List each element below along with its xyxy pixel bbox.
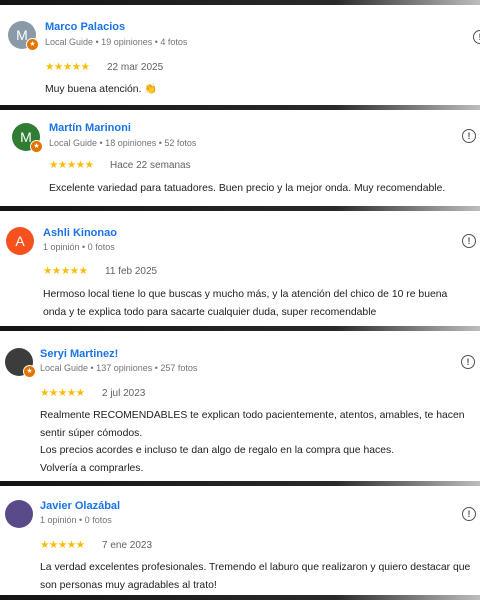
review-card: M ★ Martín Marinoni Local Guide • 18 opi… [0, 110, 480, 206]
review-text: La verdad excelentes profesionales. Trem… [40, 559, 474, 594]
more-options-icon[interactable]: ! [473, 30, 480, 44]
review-text: Muy buena atención. 👏 [45, 81, 465, 99]
review-text: Hermoso local tiene lo que buscas y much… [43, 286, 471, 321]
avatar[interactable]: ★ [5, 348, 36, 378]
review-date: 2 jul 2023 [102, 388, 146, 399]
author-meta: 1 opinión • 0 fotos [40, 515, 112, 525]
avatar[interactable]: A [6, 227, 34, 255]
review-card: M ★ Marco Palacios Local Guide • 19 opin… [0, 5, 480, 105]
review-text-line: Muy buena atención. 👏 [45, 84, 158, 95]
review-date: 11 feb 2025 [105, 266, 158, 277]
review-text-line: Volvería a comprarles. [40, 462, 144, 474]
review-text: Excelente variedad para tatuadores. Buen… [49, 180, 469, 198]
review-card: Javier Olazábal 1 opinión • 0 fotos ! ★★… [0, 486, 480, 595]
author-meta: Local Guide • 18 opiniones • 52 fotos [49, 138, 197, 148]
more-options-icon[interactable]: ! [462, 129, 476, 143]
rating-stars: ★★★★★ [49, 159, 94, 171]
rating-stars: ★★★★★ [40, 539, 85, 551]
more-options-icon[interactable]: ! [462, 234, 476, 248]
review-text: Realmente RECOMENDABLES te explican todo… [40, 407, 474, 477]
review-text-line: Excelente variedad para tatuadores. Buen… [49, 183, 446, 194]
author-meta: Local Guide • 19 opiniones • 4 fotos [45, 37, 188, 47]
review-card: ★ Seryi Martinez! Local Guide • 137 opin… [0, 331, 480, 481]
author-name[interactable]: Seryi Martinez! [40, 348, 118, 360]
author-name[interactable]: Javier Olazábal [40, 500, 120, 512]
author-name[interactable]: Marco Palacios [45, 21, 125, 33]
avatar[interactable]: M ★ [8, 21, 39, 51]
local-guide-badge-icon: ★ [30, 140, 43, 153]
card-divider [0, 595, 480, 600]
review-date: Hace 22 semanas [110, 160, 191, 171]
author-meta: Local Guide • 137 opiniones • 257 fotos [40, 363, 198, 373]
author-name[interactable]: Martín Marinoni [49, 122, 131, 134]
review-date: 7 ene 2023 [102, 540, 153, 551]
review-date: 22 mar 2025 [107, 62, 164, 73]
avatar[interactable]: M ★ [12, 123, 43, 153]
rating-stars: ★★★★★ [45, 61, 90, 73]
review-text-line: La verdad excelentes profesionales. Trem… [40, 562, 471, 591]
review-card: A Ashli Kinonao 1 opinión • 0 fotos ! ★★… [0, 211, 480, 326]
avatar[interactable] [5, 500, 33, 528]
local-guide-badge-icon: ★ [26, 38, 39, 51]
review-text-line: Realmente RECOMENDABLES te explican todo… [40, 410, 465, 439]
more-options-icon[interactable]: ! [462, 507, 476, 521]
review-text-line: Los precios acordes e incluso te dan alg… [40, 445, 395, 456]
review-text-line: Hermoso local tiene lo que buscas y much… [43, 289, 448, 318]
author-name[interactable]: Ashli Kinonao [43, 227, 117, 239]
rating-stars: ★★★★★ [40, 387, 85, 399]
more-options-icon[interactable]: ! [461, 355, 475, 369]
rating-stars: ★★★★★ [43, 265, 88, 277]
local-guide-badge-icon: ★ [23, 365, 36, 378]
author-meta: 1 opinión • 0 fotos [43, 242, 115, 252]
